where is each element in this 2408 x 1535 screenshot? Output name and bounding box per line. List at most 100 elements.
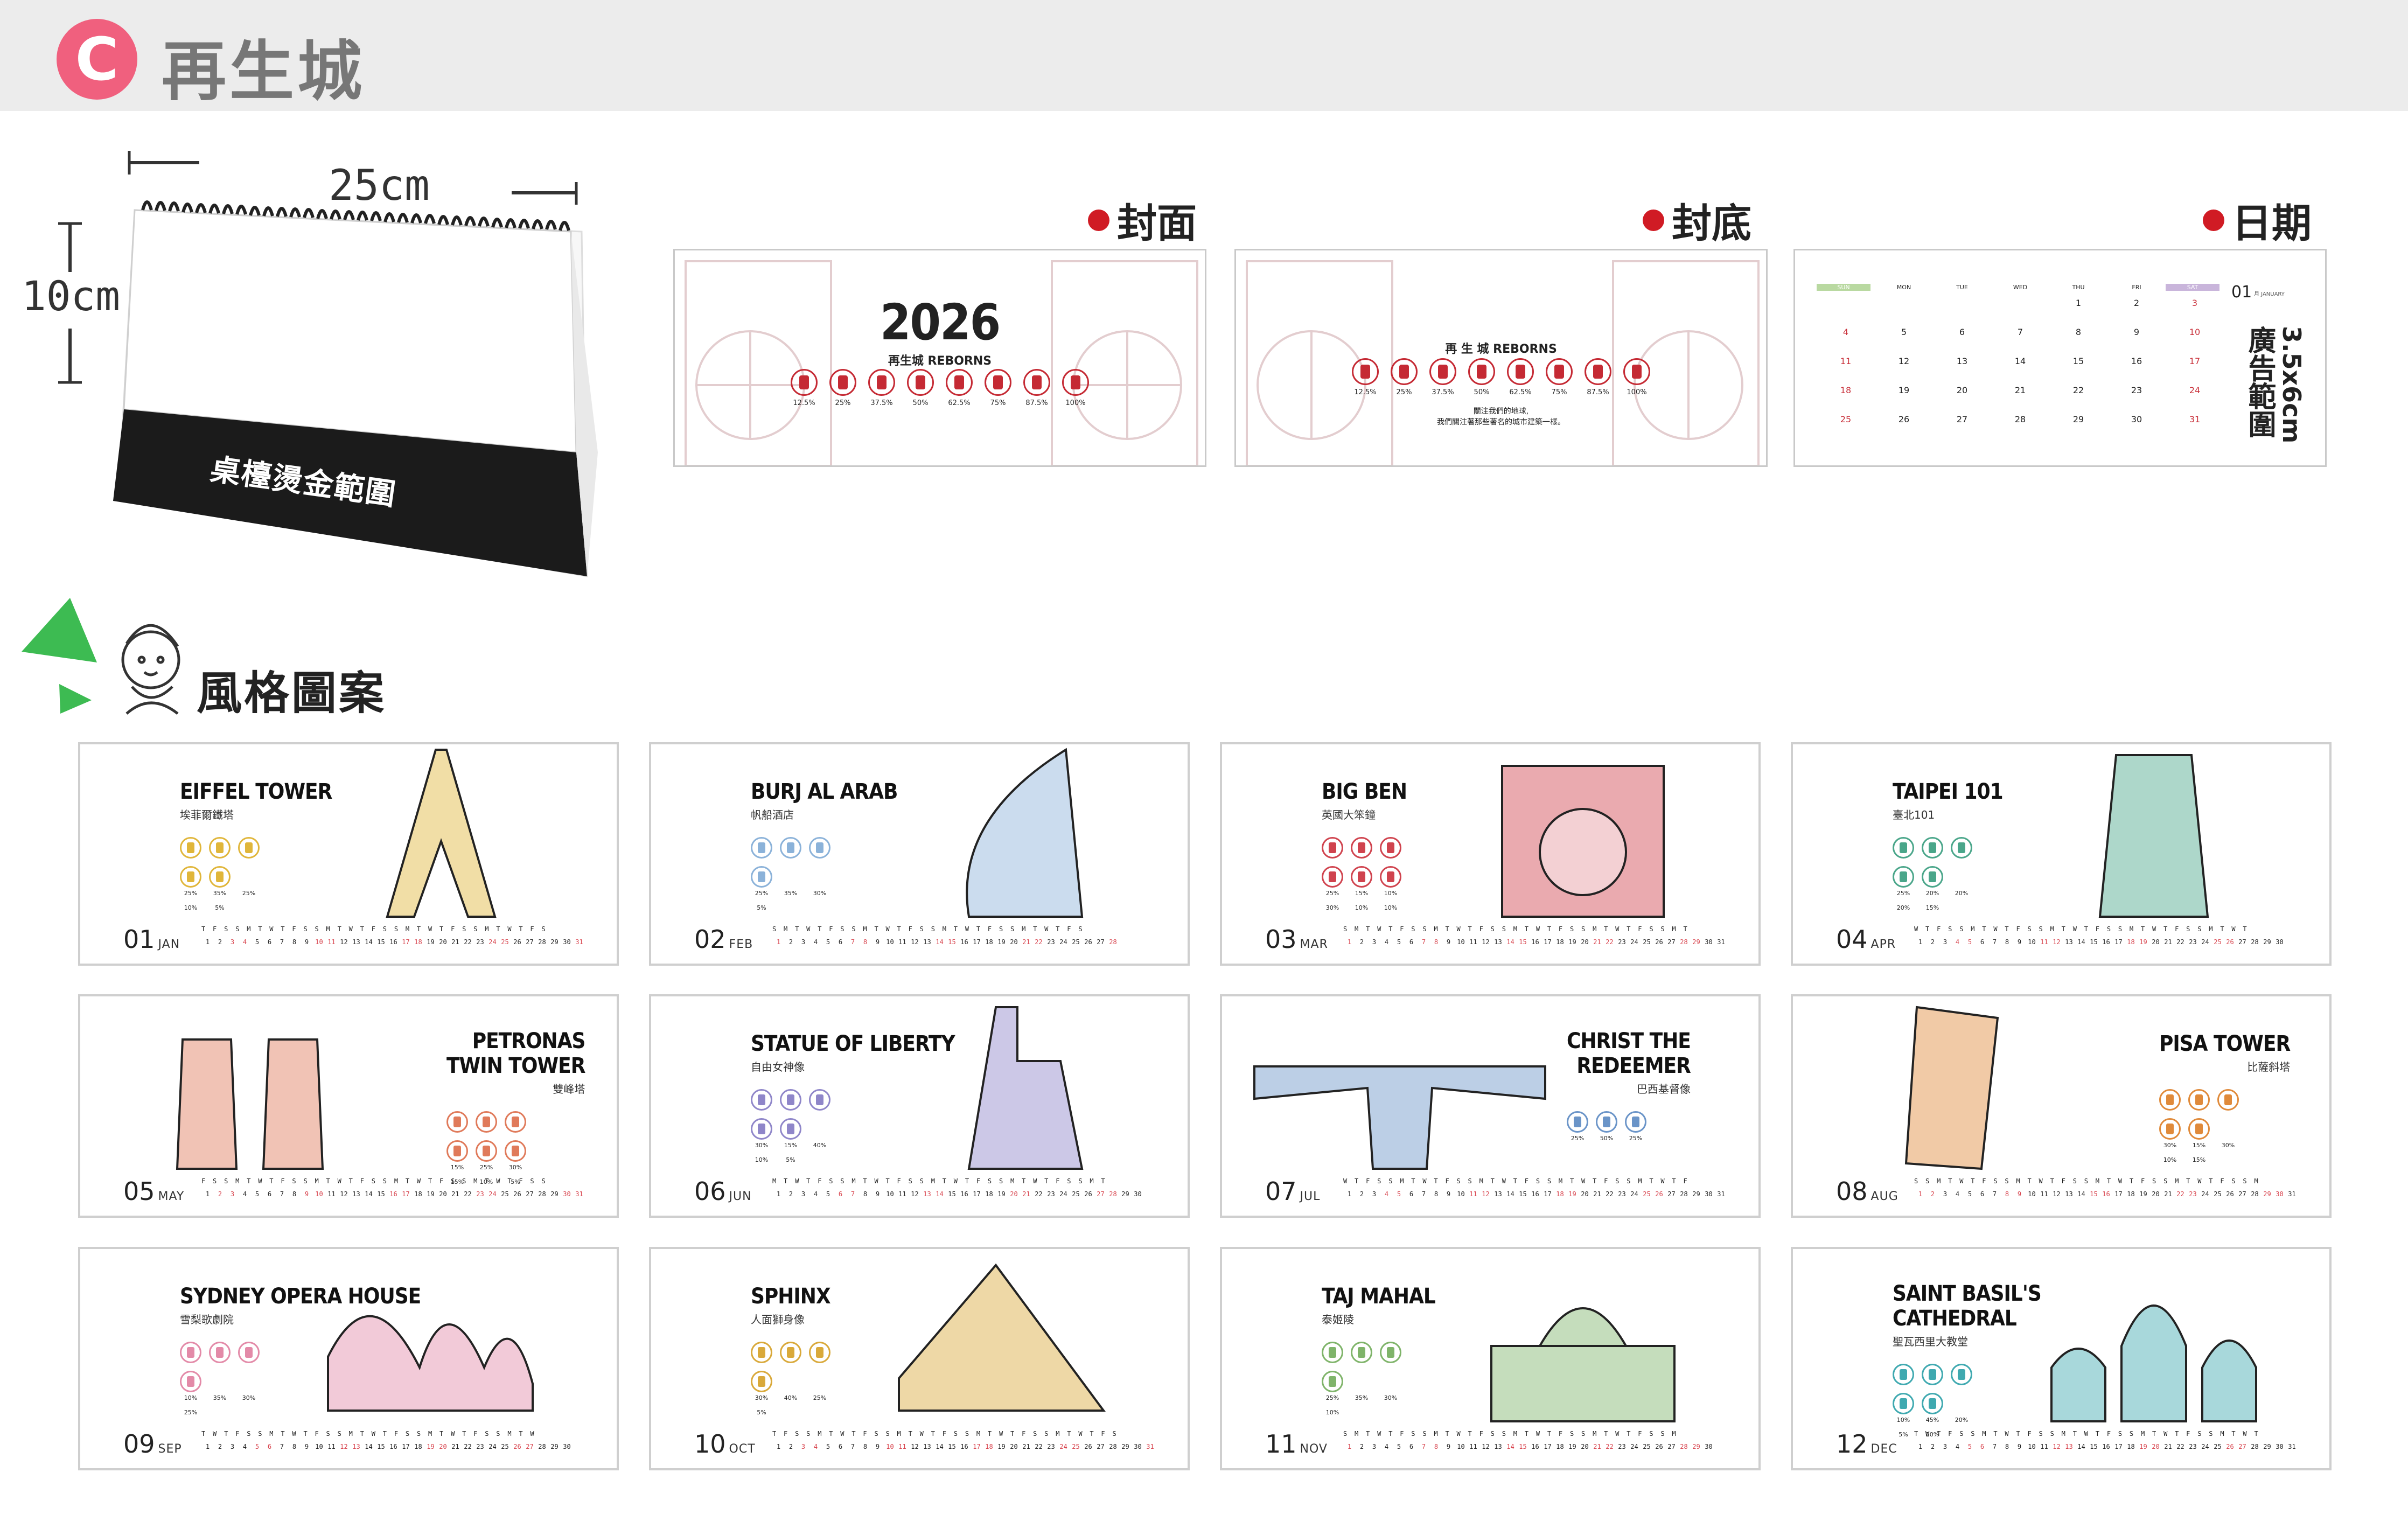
day-number: 19	[427, 1443, 435, 1450]
day-number: 13	[2065, 1443, 2073, 1450]
day-number: 20	[1010, 938, 1018, 946]
day-number: 2	[218, 1443, 222, 1450]
day-number: 6	[267, 1190, 272, 1198]
day-number: 8	[863, 1443, 868, 1450]
back-subtitle: 再 生 城 REBORNS	[1445, 343, 1557, 356]
material-percent: 15%	[1355, 890, 1369, 897]
day-number: 11	[2040, 1443, 2048, 1450]
day-number: 27	[2238, 1190, 2246, 1198]
day-number: 3	[1372, 938, 1377, 946]
day-number: 5	[826, 938, 830, 946]
day-number: 11	[2040, 1190, 2048, 1198]
day-number: 25	[1072, 1443, 1080, 1450]
day-number: 23	[476, 1443, 484, 1450]
day-number: 30	[2276, 1190, 2284, 1198]
month-card: BURJ AL ARAB 帆船酒店 25% 35% 30% 5% 02 FEB S M T W …	[649, 742, 1190, 966]
landmark-chinese-name: 帆船酒店	[751, 808, 794, 821]
day-number: 31	[1717, 1190, 1725, 1198]
day-number: 19	[427, 1190, 435, 1198]
calendar-day: 22	[2072, 385, 2084, 395]
material-icons	[751, 1342, 853, 1392]
day-number: 27	[1667, 1443, 1676, 1450]
day-number: 20	[2152, 1443, 2160, 1450]
day-number: 22	[1035, 1190, 1043, 1198]
weekday-header: SUN MON TUE WED THU FRI SAT	[1817, 284, 2224, 291]
day-number: 28	[1680, 938, 1688, 946]
taj-illustration	[1490, 1307, 1676, 1422]
material-icon	[1380, 837, 1401, 859]
day-number: 25	[1643, 938, 1651, 946]
material-icon	[1322, 1342, 1343, 1363]
day-number: 12	[1482, 1190, 1490, 1198]
month-abbrev: FEB	[729, 938, 753, 951]
material-percent: 35%	[213, 1394, 227, 1401]
day-number: 19	[997, 1190, 1006, 1198]
red-dot-icon	[1643, 209, 1664, 231]
day-number: 13	[2065, 1190, 2073, 1198]
day-number: 19	[1568, 1443, 1576, 1450]
day-number: 10	[2028, 938, 2036, 946]
day-number: 9	[1446, 938, 1451, 946]
day-number: 19	[1568, 1190, 1576, 1198]
christ-illustration	[1253, 1065, 1546, 1170]
day-number: 21	[2164, 1443, 2172, 1450]
day-number: 21	[1022, 1443, 1030, 1450]
day-number: 11	[327, 1443, 336, 1450]
day-number-strip: 1 2 3 4 5 6 7 8 9 10 11 12 13 14 15 16 17 18 19 20 21 22 23 24 2…	[1343, 1190, 1727, 1198]
month-number: 08	[1836, 1177, 1868, 1206]
day-number: 2	[1930, 938, 1935, 946]
month-abbrev: MAR	[1300, 938, 1328, 951]
material-percents: 25% 35% 30% 5%	[751, 890, 853, 911]
day-number: 9	[875, 1443, 880, 1450]
material-icon	[1893, 866, 1914, 888]
calendar-day: 4	[1842, 327, 1849, 337]
day-number: 22	[1606, 938, 1614, 946]
day-number: 6	[1409, 1190, 1414, 1198]
day-number: 6	[838, 938, 843, 946]
day-number: 24	[488, 1443, 497, 1450]
material-percent: 20%	[1955, 1417, 1969, 1424]
calendar-day: 5	[1901, 327, 1907, 337]
material-icon	[1922, 837, 1943, 859]
month-number: 01	[2231, 283, 2252, 302]
day-number: 14	[936, 938, 944, 946]
day-number: 4	[1955, 1190, 1960, 1198]
material-icons	[1322, 837, 1424, 888]
landmark-chinese-name: 埃菲爾鐵塔	[180, 808, 234, 821]
material-percent: 15%	[784, 1142, 798, 1149]
day-number: 15	[377, 1190, 385, 1198]
day-number: 30	[1705, 1190, 1713, 1198]
day-number: 19	[427, 938, 435, 946]
material-percent: 30%	[755, 1394, 769, 1401]
weekday-strip: W T F S S M T W T F S S M T W T F S S M …	[1914, 925, 2249, 933]
day-number: 14	[365, 1443, 373, 1450]
day-number: 26	[2226, 1443, 2234, 1450]
landmark-chinese-name: 人面獅身像	[751, 1313, 805, 1326]
month-abbrev: APR	[1870, 938, 1896, 951]
day-number: 6	[838, 1443, 843, 1450]
material-icon	[809, 1089, 830, 1111]
paper-icon	[1391, 358, 1418, 385]
material-icon	[1351, 837, 1372, 859]
material-icon	[505, 1140, 526, 1162]
day-number-strip: 1 2 3 4 5 6 7 8 9 10 11 12 13 14 15 16 17 18 19 20 21 22 23 24 2…	[1343, 1443, 1715, 1450]
day-number: 30	[1134, 1190, 1142, 1198]
date-grid: 1 2 3 4 5 6 7 8 9 10 11 12 13 14 15 16 17 18 19 20 21 22 23 24 2…	[1817, 298, 2226, 443]
material-percent: 30%	[242, 1394, 256, 1401]
month-abbrev: NOV	[1300, 1442, 1328, 1456]
day-number: 2	[1930, 1190, 1935, 1198]
month-card: SAINT BASIL'S CATHEDRAL 聖瓦西里大教堂 10% 45% 20% 5…	[1791, 1247, 2332, 1470]
day-number: 16	[1531, 1443, 1539, 1450]
red-dot-icon	[1088, 209, 1109, 231]
day-number: 29	[1121, 1443, 1129, 1450]
day-number: 1	[776, 938, 781, 946]
petronas-shape	[176, 1038, 324, 1170]
day-number: 15	[377, 1443, 385, 1450]
weekday-strip: T F S S M T W T F S S M T W T F S S M T …	[201, 925, 548, 933]
landmark-chinese-name: 泰姬陵	[1322, 1313, 1354, 1326]
day-number: 1	[1347, 1190, 1352, 1198]
day-number: 13	[923, 938, 931, 946]
day-number: 11	[898, 938, 906, 946]
day-number: 15	[948, 938, 956, 946]
day-number: 9	[2017, 1443, 2022, 1450]
